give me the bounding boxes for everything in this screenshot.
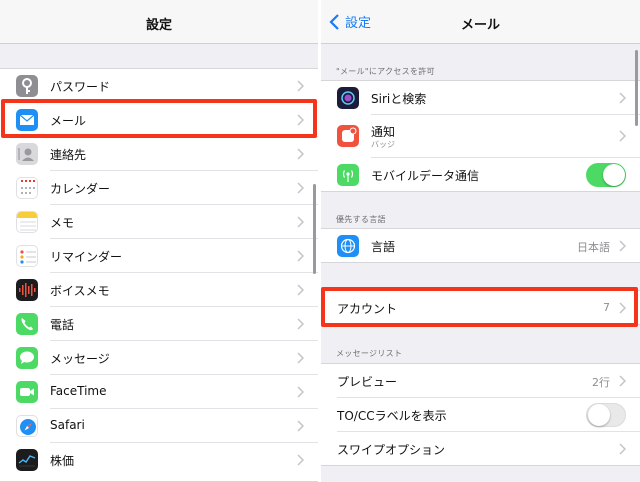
contacts-icon	[16, 143, 38, 165]
siri-search-label: Siriと検索	[371, 92, 427, 106]
settings-item-voice-memos[interactable]: ボイスメモ	[0, 273, 318, 307]
show-to-cc-label: TO/CCラベルを表示	[337, 409, 447, 423]
section-header-language: 優先する言語	[336, 215, 386, 224]
chevron-right-icon	[297, 114, 304, 126]
chevron-right-icon	[297, 182, 304, 194]
show-to-cc-toggle[interactable]	[586, 403, 626, 427]
language-value: 日本語	[577, 241, 610, 254]
preview-value: 2行	[592, 376, 610, 389]
voice-memo-icon	[16, 279, 38, 301]
settings-item-label: リマインダー	[50, 250, 123, 264]
settings-item-phone[interactable]: 電話	[0, 307, 318, 341]
settings-item-password[interactable]: パスワード	[0, 69, 318, 103]
cellular-data-label: モバイルデータ通信	[371, 169, 480, 183]
show-to-cc-row: TO/CCラベルを表示	[321, 398, 640, 432]
settings-item-label: メール	[50, 114, 87, 128]
chevron-right-icon	[297, 216, 304, 228]
settings-item-label: FaceTime	[50, 384, 107, 398]
accounts-label: アカウント	[337, 302, 398, 316]
chevron-right-icon	[297, 386, 304, 398]
language-group: 言語 日本語	[321, 228, 640, 263]
messages-icon	[16, 347, 38, 369]
chevron-right-icon	[297, 352, 304, 364]
settings-item-reminders[interactable]: リマインダー	[0, 239, 318, 273]
preview-row[interactable]: プレビュー 2行	[321, 364, 640, 398]
swipe-options-label: スワイプオプション	[337, 443, 446, 457]
chevron-right-icon	[297, 454, 304, 466]
settings-item-contacts[interactable]: 連絡先	[0, 137, 318, 171]
settings-item-label: 連絡先	[50, 148, 87, 162]
settings-item-label: ボイスメモ	[50, 284, 110, 298]
settings-item-calendar[interactable]: カレンダー	[0, 171, 318, 205]
settings-item-label: メモ	[50, 216, 75, 230]
chevron-right-icon	[297, 148, 304, 160]
settings-list: パスワード メール 連絡先 カレンダー メモ リマインダー ボイスメモ 電話 メ…	[0, 68, 318, 482]
mail-settings-panel: 設定 メール "メール"にアクセスを許可 Siriと検索 通知 バッジ モバイル…	[321, 0, 640, 482]
scrollbar[interactable]	[635, 50, 638, 126]
siri-search-row[interactable]: Siriと検索	[321, 81, 640, 115]
notifications-row[interactable]: 通知 バッジ	[321, 115, 640, 158]
section-header-message-list: メッセージリスト	[336, 349, 403, 358]
swipe-options-row[interactable]: スワイプオプション	[321, 432, 640, 466]
mail-navbar: 設定 メール	[321, 0, 640, 44]
screen: 設定 パスワード メール 連絡先 カレンダー メモ リマインダー ボイスメモ 電…	[0, 0, 640, 482]
chevron-right-icon	[297, 420, 304, 432]
chevron-right-icon	[619, 443, 626, 455]
chevron-right-icon	[619, 130, 626, 142]
settings-navbar: 設定	[0, 0, 318, 44]
notifications-sublabel: バッジ	[371, 140, 395, 149]
chevron-right-icon	[619, 302, 626, 314]
safari-icon	[16, 415, 38, 437]
settings-item-messages[interactable]: メッセージ	[0, 341, 318, 375]
notifications-icon	[337, 125, 359, 147]
section-header-access: "メール"にアクセスを許可	[336, 67, 435, 76]
preview-label: プレビュー	[337, 375, 398, 389]
siri-icon	[337, 87, 359, 109]
accounts-group: アカウント 7	[321, 290, 640, 325]
page-title: 設定	[145, 18, 172, 33]
settings-item-label: 電話	[50, 318, 75, 332]
settings-item-label: メッセージ	[50, 352, 110, 366]
page-title: メール	[460, 18, 500, 33]
settings-item-facetime[interactable]: FaceTime	[0, 375, 318, 409]
mail-icon	[16, 109, 38, 131]
accounts-row[interactable]: アカウント 7	[321, 291, 640, 325]
settings-item-stocks[interactable]: 株価	[0, 443, 318, 477]
globe-icon	[337, 235, 359, 257]
settings-item-notes[interactable]: メモ	[0, 205, 318, 239]
language-row[interactable]: 言語 日本語	[321, 229, 640, 263]
access-group: Siriと検索 通知 バッジ モバイルデータ通信	[321, 80, 640, 192]
settings-item-label: カレンダー	[50, 182, 111, 196]
settings-item-label: 株価	[50, 454, 75, 468]
chevron-right-icon	[297, 80, 304, 92]
notes-icon	[16, 211, 38, 233]
key-icon	[16, 75, 38, 97]
cellular-data-toggle[interactable]	[586, 163, 626, 187]
chevron-right-icon	[297, 250, 304, 262]
facetime-icon	[16, 381, 38, 403]
message-list-group: プレビュー 2行 TO/CCラベルを表示 スワイプオプション	[321, 363, 640, 466]
settings-item-safari[interactable]: Safari	[0, 409, 318, 443]
calendar-icon	[16, 177, 38, 199]
chevron-right-icon	[297, 284, 304, 296]
phone-icon	[16, 313, 38, 335]
chevron-right-icon	[619, 240, 626, 252]
stocks-icon	[16, 449, 38, 471]
settings-item-label: Safari	[50, 418, 85, 432]
cellular-icon	[337, 164, 359, 186]
settings-item-mail[interactable]: メール	[0, 103, 318, 137]
reminders-icon	[16, 245, 38, 267]
language-label: 言語	[371, 240, 396, 254]
settings-item-label: パスワード	[50, 80, 111, 94]
chevron-right-icon	[619, 375, 626, 387]
chevron-right-icon	[619, 92, 626, 104]
notifications-label: 通知	[371, 125, 396, 139]
cellular-data-row: モバイルデータ通信	[321, 158, 640, 192]
scrollbar[interactable]	[313, 184, 316, 274]
chevron-right-icon	[297, 318, 304, 330]
settings-panel: 設定 パスワード メール 連絡先 カレンダー メモ リマインダー ボイスメモ 電…	[0, 0, 318, 482]
accounts-count: 7	[603, 301, 610, 314]
